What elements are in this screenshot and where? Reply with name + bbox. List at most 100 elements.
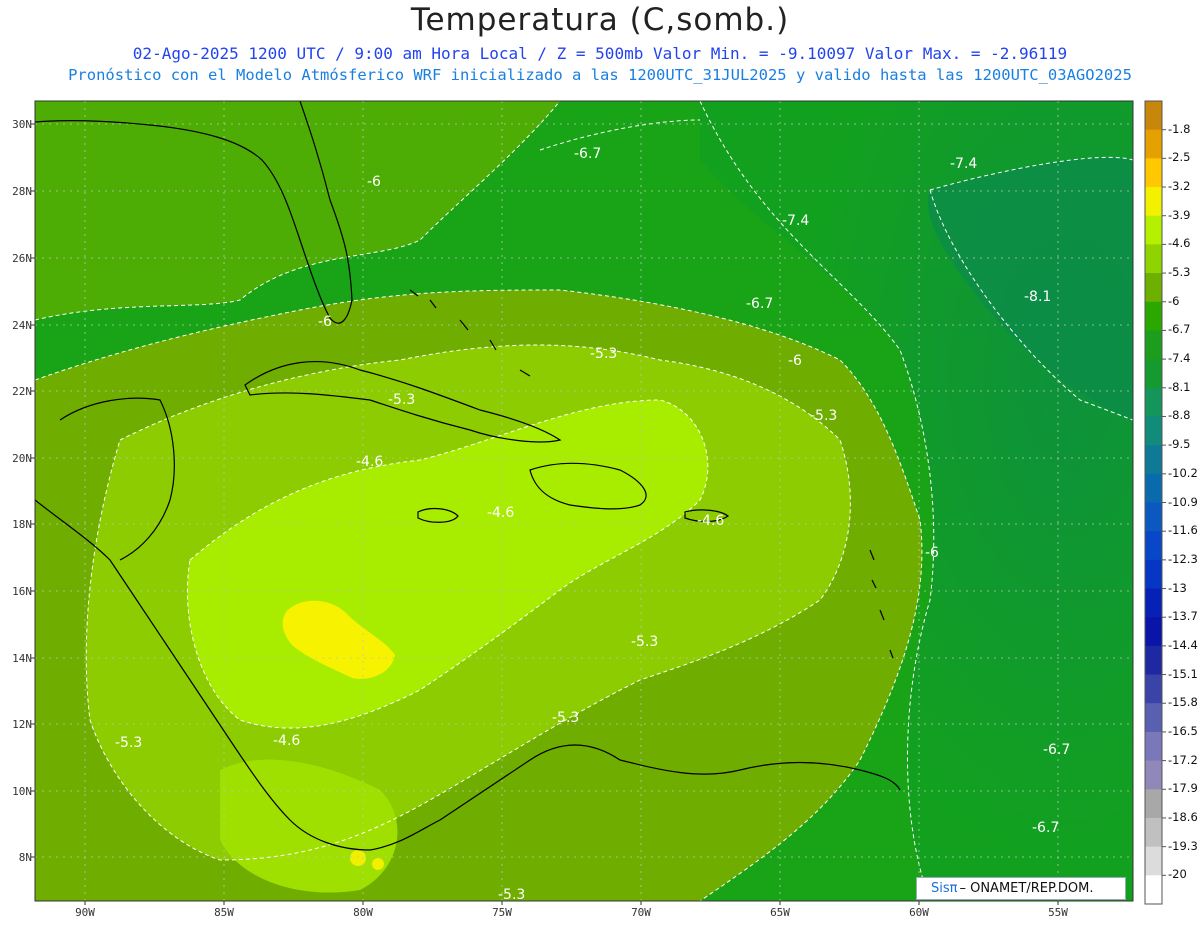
colorbar-swatch [1145, 645, 1162, 676]
colorbar-swatch [1145, 215, 1162, 245]
contour-label: -4.6 [697, 513, 724, 529]
colorbar-label: -3.9 [1168, 207, 1191, 222]
lon-label: 65W [770, 906, 790, 919]
colorbar-swatch [1145, 703, 1162, 733]
colorbar-label: -5.3 [1168, 265, 1191, 280]
lon-label: 60W [909, 906, 929, 919]
colorbar-swatch [1145, 301, 1162, 331]
colorbar-label: -10.2 [1168, 465, 1198, 480]
lon-label: 70W [631, 906, 651, 919]
colorbar-swatch [1145, 674, 1162, 704]
lat-label: 8N [18, 851, 32, 864]
contour-label: -7.4 [950, 156, 977, 172]
colorbar-label: -8.1 [1168, 379, 1191, 394]
colorbar-swatch [1145, 416, 1162, 446]
contour-label: -6 [925, 545, 939, 561]
lon-label: 75W [492, 906, 512, 919]
lon-label: 90W [75, 906, 95, 919]
colorbar-label: -8.8 [1168, 408, 1191, 423]
colorbar-swatch [1145, 617, 1162, 647]
contour-label: -5.3 [631, 634, 658, 650]
colorbar-label: -4.6 [1168, 236, 1191, 251]
credit-box: Sisπ – ONAMET/REP.DOM. [916, 877, 1126, 900]
contour-label: -5.3 [810, 408, 837, 424]
lat-label: 22N [12, 385, 32, 398]
colorbar-label: -15.1 [1168, 666, 1198, 681]
colorbar-swatch [1145, 330, 1162, 360]
colorbar-swatch [1145, 359, 1162, 389]
colorbar-label: -13 [1168, 580, 1187, 595]
colorbar [1144, 100, 1166, 905]
contour-label: -5.3 [498, 887, 525, 903]
colorbar-swatch [1145, 129, 1162, 159]
sispi-logo: Sisπ [931, 881, 958, 896]
colorbar-label: -6 [1168, 293, 1180, 308]
colorbar-label: -7.4 [1168, 351, 1191, 366]
lat-label: 10N [12, 785, 32, 798]
colorbar-swatch [1145, 760, 1162, 790]
colorbar-label: -12.3 [1168, 551, 1198, 566]
colorbar-swatch [1145, 789, 1162, 819]
contour-label: -7.4 [782, 213, 809, 229]
colorbar-label: -17.2 [1168, 752, 1198, 767]
colorbar-label: -15.8 [1168, 695, 1198, 710]
colorbar-label: -14.4 [1168, 637, 1198, 652]
contour-label: -6.7 [1032, 820, 1059, 836]
contour-label: -5.3 [115, 735, 142, 751]
contour-label: -6 [318, 314, 332, 330]
contour-label: -5.3 [388, 392, 415, 408]
colorbar-swatch [1145, 559, 1162, 590]
temperature-field [35, 101, 1133, 901]
contour-label: -4.6 [356, 454, 383, 470]
colorbar-label: -10.9 [1168, 494, 1198, 509]
colorbar-swatch [1145, 588, 1162, 618]
lon-label: 85W [214, 906, 234, 919]
lat-label: 30N [12, 118, 32, 131]
colorbar-label: -11.6 [1168, 523, 1198, 538]
contour-label: -6.7 [574, 146, 601, 162]
colorbar-label: -17.9 [1168, 781, 1198, 796]
colorbar-label: -9.5 [1168, 437, 1191, 452]
colorbar-label: -6.7 [1168, 322, 1191, 337]
colorbar-swatch [1145, 731, 1162, 762]
colorbar-swatch [1145, 445, 1162, 475]
colorbar-swatch [1145, 473, 1162, 503]
lat-label: 18N [12, 518, 32, 531]
colorbar-label: -18.6 [1168, 809, 1198, 824]
contour-label: -5.3 [552, 710, 579, 726]
colorbar-label: -1.8 [1168, 121, 1191, 136]
colorbar-swatch [1145, 187, 1162, 217]
lon-label: 80W [353, 906, 373, 919]
colorbar-swatch [1145, 817, 1162, 848]
contour-label: -6.7 [1043, 742, 1070, 758]
colorbar-swatch [1145, 244, 1162, 274]
colorbar-swatch [1145, 846, 1162, 876]
colorbar-swatch [1145, 158, 1162, 188]
colorbar-label: -19.3 [1168, 838, 1198, 853]
contour-label: -4.6 [273, 733, 300, 749]
lat-label: 16N [12, 585, 32, 598]
contour-label: -5.3 [590, 346, 617, 362]
lat-label: 12N [12, 718, 32, 731]
colorbar-swatch [1145, 531, 1162, 561]
contour-label: -4.6 [487, 505, 514, 521]
colorbar-label: -13.7 [1168, 609, 1198, 624]
forecast-map: -6.7 -7.4 -6 -7.4 -6.7 -8.1 -6 -5.3 -6 -… [31, 100, 1166, 905]
contour-label: -6.7 [746, 296, 773, 312]
contour-label: -6 [788, 353, 802, 369]
lat-label: 20N [12, 452, 32, 465]
colorbar-label: -16.5 [1168, 723, 1198, 738]
colorbar-label: -3.2 [1168, 179, 1191, 194]
colorbar-label: -2.5 [1168, 150, 1191, 165]
colorbar-label: -20 [1168, 867, 1187, 882]
lat-label: 14N [12, 652, 32, 665]
colorbar-swatch [1145, 875, 1162, 905]
colorbar-swatch [1145, 273, 1162, 303]
credit-text: – ONAMET/REP.DOM. [959, 881, 1094, 896]
colorbar-swatch [1145, 387, 1162, 417]
contour-label: -6 [367, 174, 381, 190]
lon-label: 55W [1048, 906, 1068, 919]
lat-label: 24N [12, 319, 32, 332]
colorbar-swatch [1145, 101, 1162, 131]
contour-label: -8.1 [1024, 289, 1051, 305]
